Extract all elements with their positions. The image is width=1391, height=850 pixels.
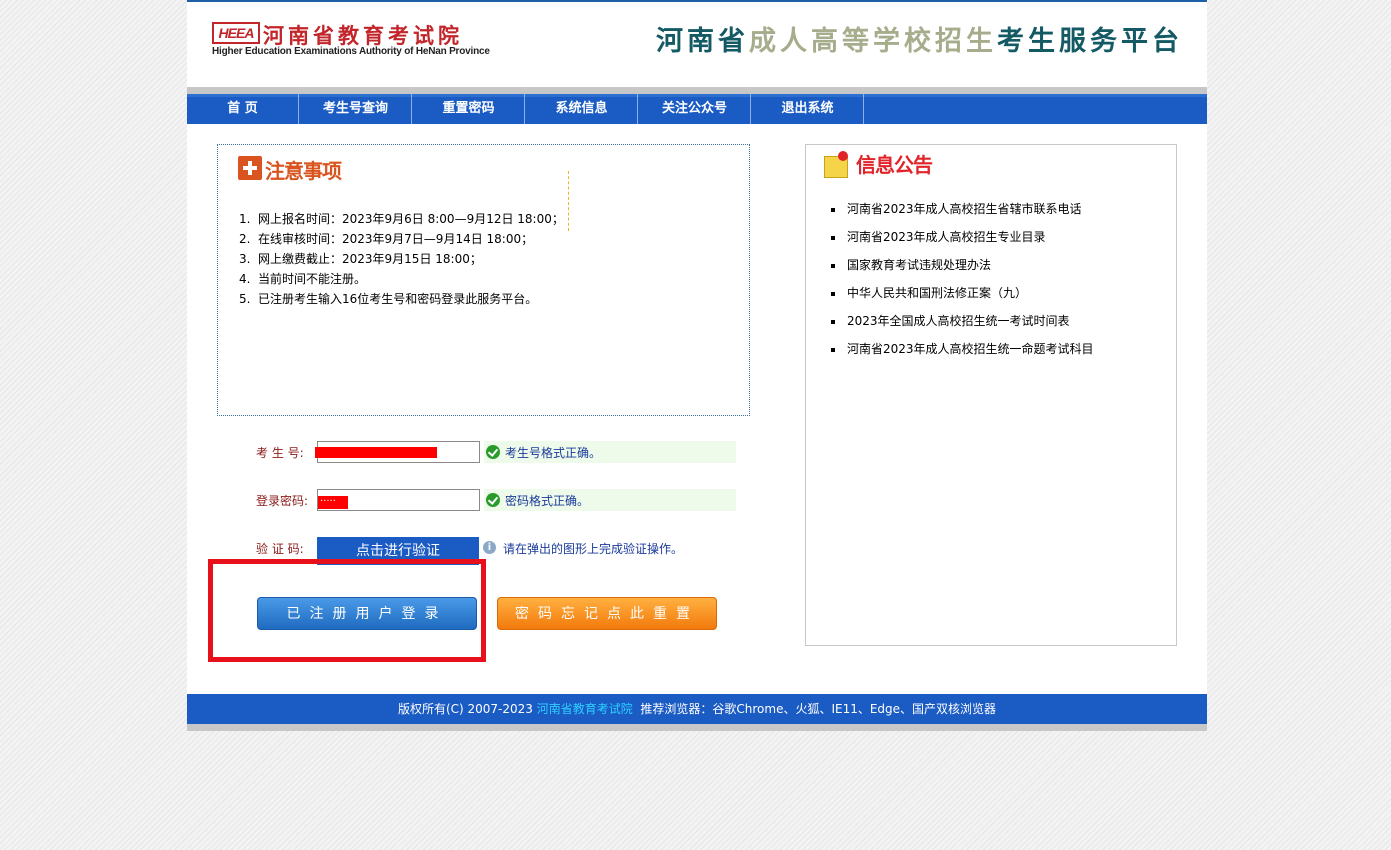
heea-logo-mark: HEEA	[212, 22, 260, 44]
password-input[interactable]: ·····	[317, 489, 480, 511]
announcement-link[interactable]: 中华人民共和国刑法修正案（九）	[847, 286, 1027, 300]
bullet-icon	[831, 207, 835, 212]
password-hint: 密码格式正确。	[484, 489, 736, 511]
notice-title: 注意事项	[265, 159, 342, 183]
notice-item-number: 3.	[239, 252, 251, 266]
nav-item-reset-password[interactable]: 重置密码	[413, 94, 525, 124]
notice-panel: 注意事项 1. 网上报名时间：2023年9月6日 8:00—9月12日 18:00…	[217, 144, 750, 416]
nav-item-follow-account[interactable]: 关注公众号	[639, 94, 751, 124]
site-logo[interactable]: HEEA 河南省教育考试院 Higher Education Examinati…	[212, 20, 490, 60]
platform-title-part2: 成人高等学校招生	[749, 26, 997, 57]
notice-item: 1. 网上报名时间：2023年9月6日 8:00—9月12日 18:00；	[239, 209, 564, 229]
notice-item-text: 在线审核时间：2023年9月7日—9月14日 18:00；	[258, 232, 534, 246]
divider	[568, 171, 569, 231]
notice-item-text: 已注册考生输入16位考生号和密码登录此服务平台。	[258, 292, 538, 306]
password-hint-text: 密码格式正确。	[505, 494, 590, 508]
announcement-item[interactable]: 河南省2023年成人高校招生统一命题考试科目	[830, 335, 1094, 363]
check-icon	[486, 445, 500, 459]
nav-item-system-info[interactable]: 系统信息	[526, 94, 638, 124]
notice-item: 3. 网上缴费截止：2023年9月15日 18:00；	[239, 249, 564, 269]
site-footer: 版权所有(C) 2007-2023 河南省教育考试院 推荐浏览器：谷歌Chrom…	[187, 694, 1207, 724]
announcement-title: 信息公告	[856, 153, 933, 177]
announcement-item[interactable]: 国家教育考试违规处理办法	[830, 251, 1094, 279]
notice-list: 1. 网上报名时间：2023年9月6日 8:00—9月12日 18:00； 2. 在…	[239, 209, 564, 309]
nav-top-band	[187, 87, 1207, 94]
announcement-item[interactable]: 中华人民共和国刑法修正案（九）	[830, 279, 1094, 307]
captcha-label: 验 证 码:	[256, 542, 304, 556]
captcha-hint-text: 请在弹出的图形上完成验证操作。	[503, 542, 684, 556]
notice-item: 4. 当前时间不能注册。	[239, 269, 564, 289]
announcement-panel: 信息公告 河南省2023年成人高校招生省辖市联系电话 河南省2023年成人高校招…	[805, 144, 1177, 646]
top-border	[187, 0, 1207, 2]
nav-item-home[interactable]: 首 页	[187, 94, 299, 124]
nav-item-exam-no-query[interactable]: 考生号查询	[300, 94, 412, 124]
announcement-item[interactable]: 河南省2023年成人高校招生省辖市联系电话	[830, 195, 1094, 223]
announcement-item[interactable]: 2023年全国成人高校招生统一考试时间表	[830, 307, 1094, 335]
notice-item-number: 2.	[239, 232, 251, 246]
announcement-link[interactable]: 国家教育考试违规处理办法	[847, 258, 991, 272]
footer-browsers: 推荐浏览器：谷歌Chrome、火狐、IE11、Edge、国产双核浏览器	[632, 702, 997, 716]
notice-item-number: 4.	[239, 272, 251, 286]
footer-bottom-band	[187, 724, 1207, 731]
exam-no-input[interactable]	[315, 441, 480, 463]
annotation-highlight-box	[208, 559, 486, 662]
notice-item-number: 5.	[239, 292, 251, 306]
page-container: HEEA 河南省教育考试院 Higher Education Examinati…	[187, 0, 1207, 731]
plus-icon	[238, 156, 262, 180]
bullet-icon	[831, 235, 835, 240]
platform-title-part1: 河南省	[656, 26, 749, 57]
footer-copyright: 版权所有(C) 2007-2023	[397, 702, 537, 716]
redacted-exam-no	[315, 447, 437, 458]
main-nav: 首 页 考生号查询 重置密码 系统信息 关注公众号 退出系统	[187, 94, 1207, 124]
password-masked-value: ·····	[318, 496, 348, 509]
notice-item-number: 1.	[239, 212, 251, 226]
logo-english-name: Higher Education Examinations Authority …	[212, 46, 490, 57]
announcement-link[interactable]: 河南省2023年成人高校招生省辖市联系电话	[847, 202, 1082, 216]
notepad-pin-icon	[824, 151, 848, 178]
nav-item-logout[interactable]: 退出系统	[752, 94, 864, 124]
platform-title-part3: 考生服务平台	[997, 26, 1183, 57]
announcement-link[interactable]: 河南省2023年成人高校招生专业目录	[847, 230, 1046, 244]
exam-no-label: 考 生 号:	[256, 446, 304, 460]
notice-item: 5. 已注册考生输入16位考生号和密码登录此服务平台。	[239, 289, 564, 309]
forgot-password-reset-button[interactable]: 密码忘记点此重置	[497, 597, 717, 630]
exam-no-hint: 考生号格式正确。	[484, 441, 736, 463]
announcement-list: 河南省2023年成人高校招生省辖市联系电话 河南省2023年成人高校招生专业目录…	[830, 195, 1094, 363]
announcement-link[interactable]: 2023年全国成人高校招生统一考试时间表	[847, 314, 1070, 328]
bullet-icon	[831, 347, 835, 352]
announcement-item[interactable]: 河南省2023年成人高校招生专业目录	[830, 223, 1094, 251]
announcement-link[interactable]: 河南省2023年成人高校招生统一命题考试科目	[847, 342, 1094, 356]
bullet-icon	[831, 263, 835, 268]
check-icon	[486, 493, 500, 507]
notice-item: 2. 在线审核时间：2023年9月7日—9月14日 18:00；	[239, 229, 564, 249]
info-icon: i	[483, 541, 496, 554]
password-label: 登录密码:	[256, 494, 309, 508]
bullet-icon	[831, 291, 835, 296]
bullet-icon	[831, 319, 835, 324]
platform-title: 河南省成人高等学校招生考生服务平台	[656, 19, 1183, 58]
notice-item-text: 网上报名时间：2023年9月6日 8:00—9月12日 18:00；	[258, 212, 564, 226]
footer-org-link[interactable]: 河南省教育考试院	[537, 702, 633, 716]
notice-item-text: 当前时间不能注册。	[258, 272, 367, 286]
exam-no-hint-text: 考生号格式正确。	[505, 446, 602, 460]
notice-item-text: 网上缴费截止：2023年9月15日 18:00；	[258, 252, 482, 266]
